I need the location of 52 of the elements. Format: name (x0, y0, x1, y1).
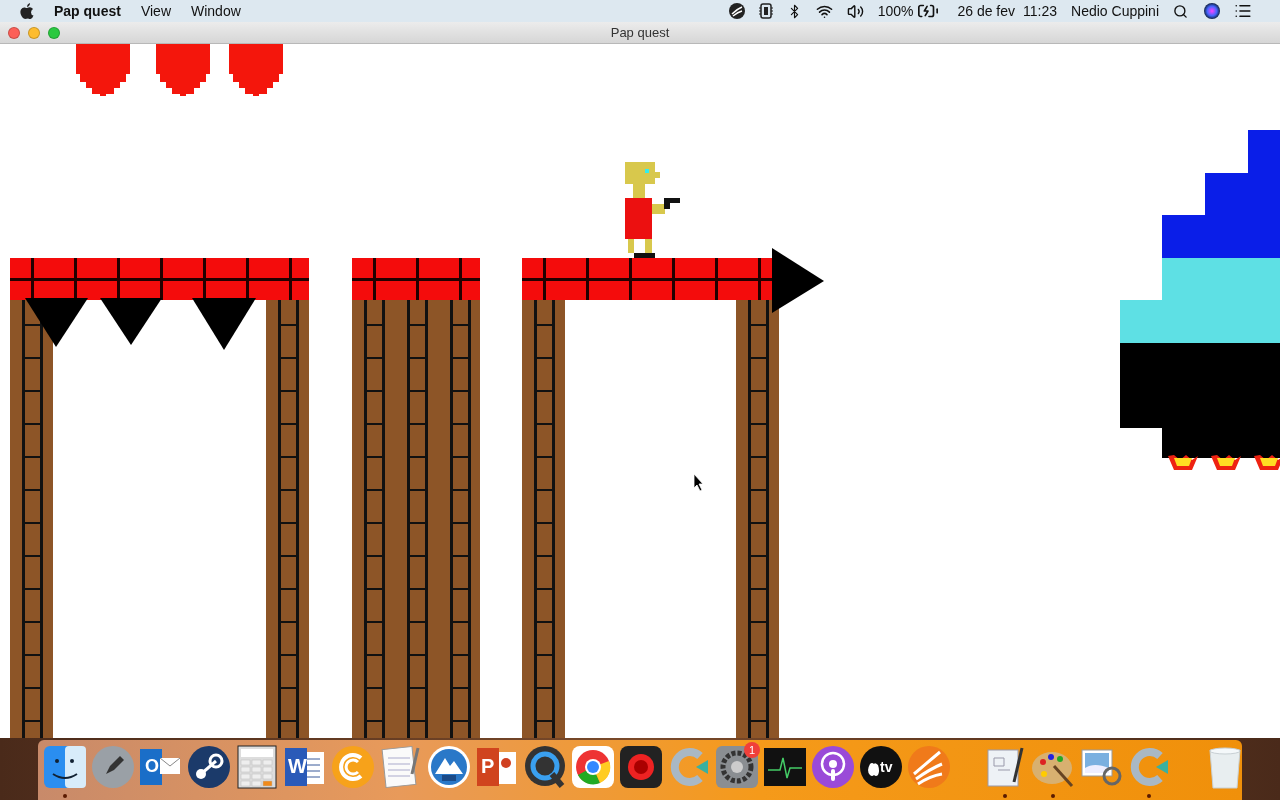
spike (192, 298, 256, 350)
clock-text[interactable]: 11:23 (1023, 3, 1058, 19)
dock-item[interactable]: O (138, 744, 184, 798)
apple-logo-icon[interactable] (20, 3, 34, 19)
letter-c-circle-icon (330, 744, 376, 790)
icon-letter: tv (880, 760, 893, 774)
apple-logo-icon (858, 744, 904, 790)
ring-icon (522, 744, 568, 790)
mouse-pointer-icon (693, 473, 704, 492)
spike (25, 298, 88, 347)
swoosh-circle-icon[interactable] (728, 3, 745, 19)
running-indicator (1003, 794, 1007, 798)
icon-letter: P (481, 756, 495, 776)
heart-drawing (76, 44, 130, 96)
notification-badge: 1 (744, 742, 760, 758)
date-text[interactable]: 26 de fev (957, 3, 1016, 19)
gear-icon (714, 744, 760, 790)
close-button[interactable] (8, 26, 20, 39)
dock-item[interactable]: W (282, 744, 328, 798)
arrow-spike (772, 248, 824, 313)
zoom-button[interactable] (48, 26, 60, 39)
dock-item[interactable]: 1 (714, 744, 760, 798)
dock-item[interactable]: tv (858, 744, 904, 798)
swoosh-icon (906, 744, 952, 790)
dock-item[interactable]: P (474, 744, 520, 798)
running-indicator (63, 794, 67, 798)
search-icon[interactable] (1173, 3, 1188, 19)
spike (100, 298, 162, 345)
record-icon (618, 744, 664, 790)
user-name[interactable]: Nedio Cuppini (1071, 3, 1159, 19)
app-menu[interactable]: Pap quest (54, 3, 121, 19)
piston-icon (186, 744, 232, 790)
menu-item[interactable]: View (140, 3, 171, 19)
rocket-icon (90, 744, 136, 790)
heart-drawing (229, 44, 283, 96)
running-indicator (1051, 794, 1055, 798)
mountain-icon (426, 744, 472, 790)
heart-drawing (156, 44, 210, 96)
podcast-icon (810, 744, 856, 790)
menu-item[interactable]: Window (191, 3, 241, 19)
icon-letter: O (145, 757, 159, 775)
window-title: Pap quest (609, 25, 671, 40)
speaker-icon[interactable] (846, 2, 864, 20)
smiling-face-icon (42, 744, 88, 790)
dock-item[interactable] (42, 744, 88, 798)
battery-percentage: 100% (877, 3, 914, 19)
chip-icon[interactable] (758, 3, 773, 19)
icon-letter: W (288, 756, 307, 776)
running-indicator (1147, 794, 1151, 798)
calculator-icon (234, 744, 280, 790)
menu-icon[interactable] (1234, 2, 1252, 20)
orb-icon[interactable] (1204, 3, 1220, 19)
